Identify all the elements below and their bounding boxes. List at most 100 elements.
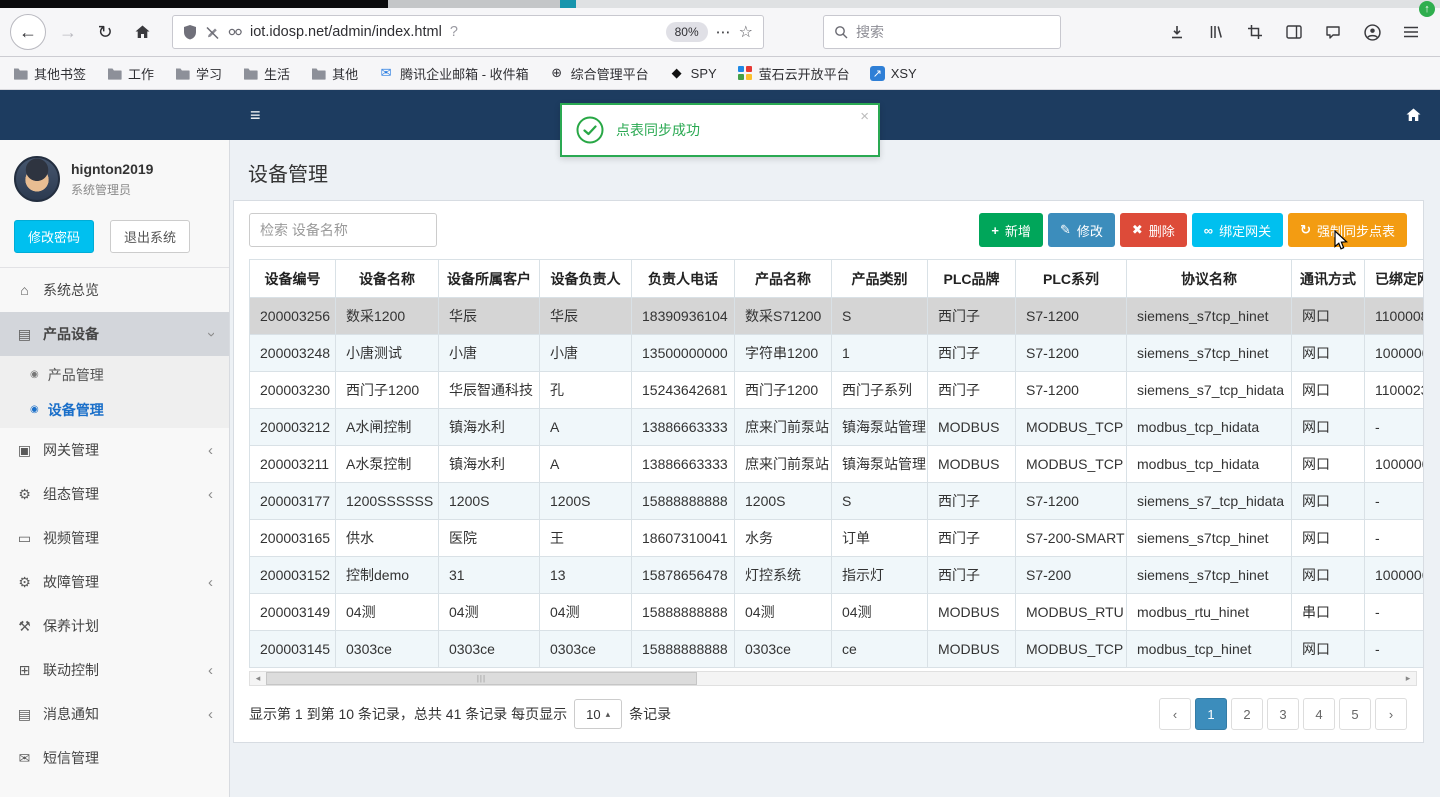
sidebar-item-label: 视频管理 [43,530,99,546]
column-header[interactable]: 设备负责人 [539,259,632,298]
alert-close-icon[interactable]: × [860,108,869,125]
column-header[interactable]: PLC系列 [1015,259,1127,298]
scroll-right-arrow[interactable]: ▸ [1400,672,1416,685]
browser-search-box[interactable]: 搜索 [823,15,1061,49]
url-bar[interactable]: iot.idosp.net/admin/index.html ? 80% ⋯ ☆ [172,15,764,49]
table-row[interactable]: 200003152 控制demo 31 13 15878656478 灯控系统 指示灯 西门子… [249,556,1423,594]
page-button-2[interactable]: 2 [1231,698,1263,730]
bookmark-item-9[interactable]: ↗ XSY [869,65,917,81]
column-header[interactable]: 设备所属客户 [438,259,540,298]
table-row[interactable]: 200003149 04测 04测 04测 15888888888 04测 04测 MODBU… [249,593,1423,631]
refresh-button[interactable]: ↻ [88,15,122,49]
scrollbar-thumb[interactable]: ||| [266,672,697,685]
table-row[interactable]: 200003230 西门子1200 华辰智通科技孔 15243642681 西门子120… [249,371,1423,409]
page-button-1[interactable]: 1 [1195,698,1227,730]
toolbar-button-4[interactable]: ↻ 强制同步点表 [1288,213,1407,247]
bookmark-item-7[interactable]: ◆ SPY [669,65,717,81]
column-header[interactable]: 通讯方式 [1291,259,1365,298]
account-icon[interactable] [1357,17,1387,47]
browser-home-button[interactable] [125,15,159,49]
table-row[interactable]: 200003256 数采1200 华辰 华辰 18390936104 数采S71200 S 西… [249,297,1423,335]
sidebar-collapse-icon[interactable]: ≡ [230,105,281,126]
table-cell: 15878656478 [631,556,735,594]
table-cell: 1100023 [1364,371,1423,409]
logout-button[interactable]: 退出系统 [110,220,191,253]
permissions-icon[interactable] [228,27,242,37]
column-header[interactable]: 协议名称 [1126,259,1292,298]
sidebar-item-6[interactable]: ⚒ 保养计划 [0,604,229,648]
bookmark-item-5[interactable]: ✉ 腾讯企业邮箱 - 收件箱 [378,64,529,83]
table-row[interactable]: 200003165 供水 医院王 18607310041 水务 订单 西门子 S7-200-S… [249,519,1423,557]
sidebar-item-1[interactable]: ▤ 产品设备 ‹ [0,312,229,356]
forward-button[interactable]: → [51,15,85,49]
change-password-button[interactable]: 修改密码 [14,220,95,253]
table-row[interactable]: 200003248 小唐测试 小唐 小唐 13500000000 字符串1200 1 西门子 S… [249,334,1423,372]
back-button[interactable]: ← [10,14,46,50]
messages-icon[interactable] [1318,17,1348,47]
bookmark-item-1[interactable]: 工作 [106,64,154,83]
bookmark-item-4[interactable]: 其他 [310,64,358,83]
column-header[interactable]: 产品类别 [831,259,928,298]
bookmark-item-8[interactable]: 萤石云开放平台 [737,64,850,83]
toolbar-button-2[interactable]: ✖ 删除 [1119,213,1187,247]
toolbar-button-1[interactable]: ✎ 修改 [1047,213,1115,247]
page-button-4[interactable]: 4 [1303,698,1335,730]
device-search-input[interactable] [249,213,437,247]
toolbar-button-3[interactable]: ∞ 绑定网关 [1191,213,1284,247]
table-row[interactable]: 200003211 A水泵控制 镇海水利 A 13886663333 庶来门前泵站 镇海泵站… [249,445,1423,483]
sidebar-subitem-1[interactable]: ◉ 设备管理 [0,392,229,427]
screenshot-crop-icon[interactable] [1240,17,1270,47]
column-header[interactable]: 已绑定网关 [1364,259,1423,298]
column-header[interactable]: 产品名称 [734,259,832,298]
sidebar-item-partial[interactable]: ▤ [0,780,229,797]
scroll-left-arrow[interactable]: ◂ [250,672,266,685]
sidebar-item-9[interactable]: ✉ 短信管理 [0,736,229,780]
page-button-5[interactable]: 5 [1339,698,1371,730]
blocked-content-icon[interactable] [205,25,220,40]
bookmark-item-6[interactable]: ⊕ 综合管理平台 [549,64,648,83]
table-row[interactable]: 200003212 A水闸控制 镇海水利 A 13886663333 庶来门前泵站 镇海泵站… [249,408,1423,446]
table-row[interactable]: 200003177 1200SSSSSS 1200S 1200S 15888888888… [249,482,1423,520]
zoom-indicator[interactable]: 80% [665,22,708,42]
bookmark-label: 其他书签 [34,66,87,82]
column-header[interactable]: 设备名称 [335,259,439,298]
horizontal-scrollbar[interactable]: ◂ ||| ▸ [249,671,1417,686]
sidebar-item-5[interactable]: ⚙ 故障管理 ‹ [0,560,229,604]
table-cell: 供水 [335,519,439,557]
table-cell: 0303ce [734,630,832,668]
table-cell: 15888888888 [631,630,735,668]
app-home-icon[interactable] [1405,107,1422,123]
sidebar-subitem-0[interactable]: ◉ 产品管理 [0,357,229,392]
url-text[interactable]: iot.idosp.net/admin/index.html [250,24,442,40]
sidebar-item-2[interactable]: ▣ 网关管理 ‹ [0,428,229,472]
scrollbar-grip: ||| [476,673,487,683]
folder-icon [12,65,28,81]
prev-page-button[interactable]: ‹ [1159,698,1191,730]
column-header[interactable]: 负责人电话 [631,259,735,298]
sidebar-item-0[interactable]: ⌂ 系统总览 [0,268,229,312]
sidebar-item-7[interactable]: ⊞ 联动控制 ‹ [0,648,229,692]
bookmark-item-3[interactable]: 生活 [242,64,290,83]
sidebar-item-4[interactable]: ▭ 视频管理 [0,516,229,560]
next-page-button[interactable]: › [1375,698,1407,730]
bookmark-star-icon[interactable]: ☆ [739,22,753,42]
bookmark-item-2[interactable]: 学习 [174,64,222,83]
sidebar-toggle-icon[interactable] [1279,17,1309,47]
caret-up-icon: ▴ [605,708,611,719]
toolbar-button-0[interactable]: + 新增 [979,213,1043,247]
page-button-3[interactable]: 3 [1267,698,1299,730]
downloads-icon[interactable] [1162,17,1192,47]
table-row[interactable]: 200003145 0303ce 0303ce 0303ce 15888888888 03… [249,630,1423,668]
column-header[interactable]: PLC品牌 [927,259,1016,298]
sidebar-item-3[interactable]: ⚙ 组态管理 ‹ [0,472,229,516]
chevron-left-icon: ‹ [208,661,213,679]
menu-icon[interactable] [1396,17,1426,47]
page-actions-icon[interactable]: ⋯ [716,23,731,41]
page-size-select[interactable]: 10 ▴ [574,699,623,729]
scrollbar-track[interactable]: ||| [266,672,1400,685]
column-header[interactable]: 设备编号 [249,259,336,298]
sidebar-item-8[interactable]: ▤ 消息通知 ‹ [0,692,229,736]
bookmark-item-0[interactable]: 其他书签 [12,64,86,83]
library-icon[interactable] [1201,17,1231,47]
update-badge-icon[interactable]: ↑ [1419,1,1435,17]
